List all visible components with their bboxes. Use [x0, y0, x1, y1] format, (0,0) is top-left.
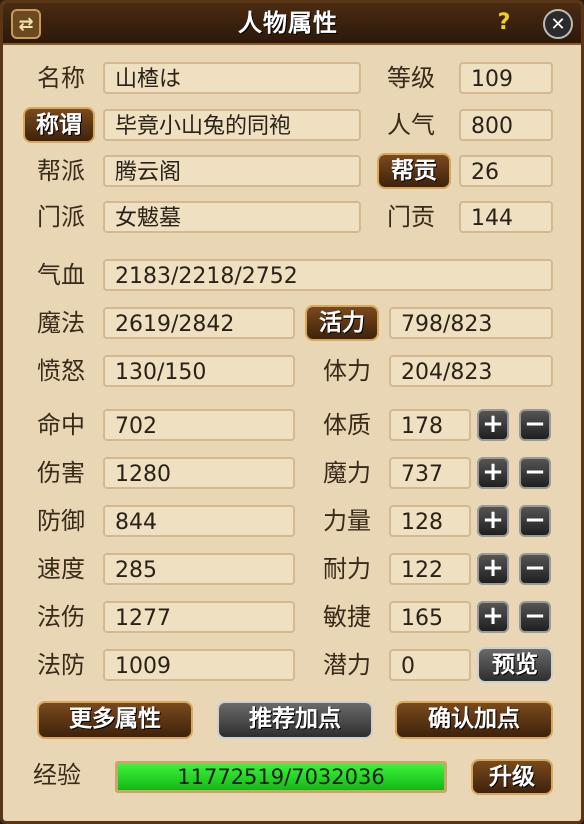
plus-constitution-button[interactable]: +	[477, 409, 509, 441]
attr-label-strength: 力量	[323, 507, 371, 535]
question-mark-icon[interactable]: ?	[491, 9, 517, 35]
gang-field: 腾云阁	[103, 155, 361, 187]
combat-label-defense: 防御	[37, 507, 85, 535]
experience-value: 11772519/7032036	[177, 765, 385, 789]
vitality-button[interactable]: 活力	[305, 305, 379, 341]
title-button[interactable]: 称谓	[23, 107, 95, 143]
name-field: 山楂は	[103, 62, 361, 94]
minus-agility-button[interactable]: −	[519, 601, 551, 633]
stamina-field: 204/823	[389, 355, 553, 387]
minus-constitution-button[interactable]: −	[519, 409, 551, 441]
title-field: 毕竟小山兔的同袍	[103, 109, 361, 141]
sect-field: 女魃墓	[103, 201, 361, 233]
attr-field-agility: 165	[389, 601, 471, 633]
combat-field-damage: 1280	[103, 457, 295, 489]
sect-label: 门派	[37, 203, 85, 231]
mp-label: 魔法	[37, 309, 85, 337]
gang-label: 帮派	[37, 157, 85, 185]
name-label: 名称	[37, 64, 85, 92]
window-title: 人物属性	[238, 9, 338, 37]
character-attributes-panel: ⇄ 人物属性 ? ✕ 名称 山楂は 等级 109 称谓 毕竟小山兔的同袍 人气 …	[0, 0, 584, 824]
experience-label: 经验	[33, 761, 81, 789]
combat-field-speed: 285	[103, 553, 295, 585]
title-bar: ⇄ 人物属性 ? ✕	[3, 3, 581, 45]
plus-strength-button[interactable]: +	[477, 505, 509, 537]
attr-field-endurance: 122	[389, 553, 471, 585]
popularity-label: 人气	[387, 111, 435, 139]
recommend-points-button[interactable]: 推荐加点	[217, 701, 373, 739]
preview-button[interactable]: 预览	[477, 647, 553, 683]
combat-field-magic-damage: 1277	[103, 601, 295, 633]
attr-label-endurance: 耐力	[323, 555, 371, 583]
experience-bar: 11772519/7032036	[115, 761, 447, 793]
close-x-icon[interactable]: ✕	[543, 9, 573, 39]
combat-label-damage: 伤害	[37, 459, 85, 487]
upgrade-button[interactable]: 升级	[471, 759, 553, 795]
combat-label-magic-damage: 法伤	[37, 603, 85, 631]
level-label: 等级	[387, 64, 435, 92]
mp-field: 2619/2842	[103, 307, 295, 339]
hp-label: 气血	[37, 261, 85, 289]
attr-label-agility: 敏捷	[323, 603, 371, 631]
transfer-arrows-icon[interactable]: ⇄	[11, 9, 41, 39]
potential-field: 0	[389, 649, 471, 681]
vitality-field: 798/823	[389, 307, 553, 339]
rage-label: 愤怒	[37, 357, 85, 385]
hp-field: 2183/2218/2752	[103, 259, 553, 291]
minus-endurance-button[interactable]: −	[519, 553, 551, 585]
more-attributes-button[interactable]: 更多属性	[37, 701, 193, 739]
combat-label-speed: 速度	[37, 555, 85, 583]
combat-field-hit: 702	[103, 409, 295, 441]
plus-agility-button[interactable]: +	[477, 601, 509, 633]
sect-contribution-label: 门贡	[387, 203, 435, 231]
attr-field-magic: 737	[389, 457, 471, 489]
plus-endurance-button[interactable]: +	[477, 553, 509, 585]
combat-label-hit: 命中	[37, 411, 85, 439]
combat-field-magic-defense: 1009	[103, 649, 295, 681]
level-field: 109	[459, 62, 553, 94]
attr-label-magic: 魔力	[323, 459, 371, 487]
gang-contribution-field: 26	[459, 155, 553, 187]
gang-contribution-button[interactable]: 帮贡	[377, 153, 451, 189]
minus-strength-button[interactable]: −	[519, 505, 551, 537]
minus-magic-button[interactable]: −	[519, 457, 551, 489]
attr-label-constitution: 体质	[323, 411, 371, 439]
rage-field: 130/150	[103, 355, 295, 387]
attr-field-strength: 128	[389, 505, 471, 537]
potential-label: 潜力	[323, 651, 371, 679]
stamina-label: 体力	[323, 357, 371, 385]
plus-magic-button[interactable]: +	[477, 457, 509, 489]
sect-contribution-field: 144	[459, 201, 553, 233]
combat-label-magic-defense: 法防	[37, 651, 85, 679]
attr-field-constitution: 178	[389, 409, 471, 441]
popularity-field: 800	[459, 109, 553, 141]
confirm-points-button[interactable]: 确认加点	[395, 701, 553, 739]
combat-field-defense: 844	[103, 505, 295, 537]
